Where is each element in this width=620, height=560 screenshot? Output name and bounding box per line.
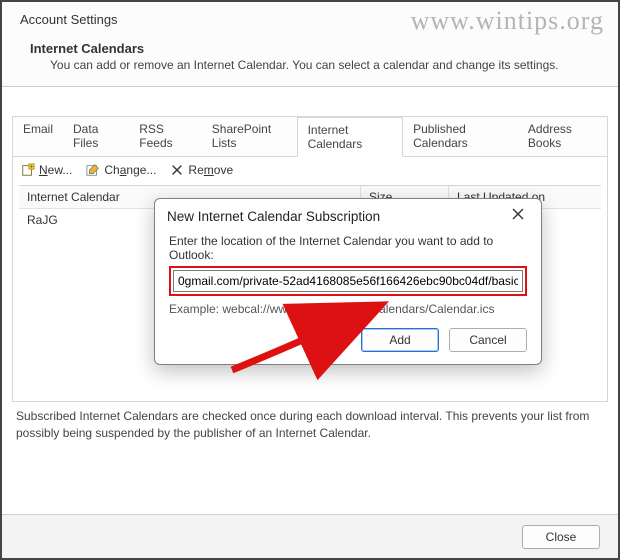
close-icon[interactable]	[507, 207, 529, 226]
close-button[interactable]: Close	[522, 525, 600, 549]
info-text: Subscribed Internet Calendars are checke…	[12, 402, 608, 442]
change-button[interactable]: Change...Change...	[86, 163, 156, 177]
new-icon	[21, 163, 35, 177]
tab-rss-feeds[interactable]: RSS Feeds	[129, 117, 202, 156]
add-button[interactable]: Add	[361, 328, 439, 352]
new-button[interactable]: NNew...ew...	[21, 163, 72, 177]
settings-tabs: Email Data Files RSS Feeds SharePoint Li…	[13, 117, 607, 157]
dialog-label: Enter the location of the Internet Calen…	[169, 234, 527, 262]
toolbar: NNew...ew... Change...Change... RemoveRe…	[13, 157, 607, 183]
dialog-title: New Internet Calendar Subscription	[167, 209, 380, 224]
window-title: Account Settings	[20, 12, 600, 27]
section-description: You can add or remove an Internet Calend…	[50, 58, 600, 72]
remove-icon	[170, 163, 184, 177]
remove-label: RemoveRemove	[188, 163, 233, 177]
new-calendar-dialog: New Internet Calendar Subscription Enter…	[154, 198, 542, 365]
remove-button[interactable]: RemoveRemove	[170, 163, 233, 177]
tab-sharepoint-lists[interactable]: SharePoint Lists	[202, 117, 297, 156]
footer-bar: Close	[2, 514, 618, 558]
new-label: NNew...ew...	[39, 163, 72, 177]
tab-email[interactable]: Email	[13, 117, 63, 156]
calendar-url-input[interactable]	[173, 270, 523, 292]
change-icon	[86, 163, 100, 177]
header-block: Account Settings Internet Calendars You …	[2, 2, 618, 87]
change-label: Change...Change...	[104, 163, 156, 177]
tab-data-files[interactable]: Data Files	[63, 117, 129, 156]
tab-internet-calendars[interactable]: Internet Calendars	[297, 117, 404, 157]
section-title: Internet Calendars	[30, 41, 600, 56]
cancel-button[interactable]: Cancel	[449, 328, 527, 352]
input-highlight	[169, 266, 527, 296]
tab-address-books[interactable]: Address Books	[518, 117, 607, 156]
tab-published-calendars[interactable]: Published Calendars	[403, 117, 518, 156]
dialog-example: Example: webcal://www.example.com/calend…	[169, 302, 527, 316]
